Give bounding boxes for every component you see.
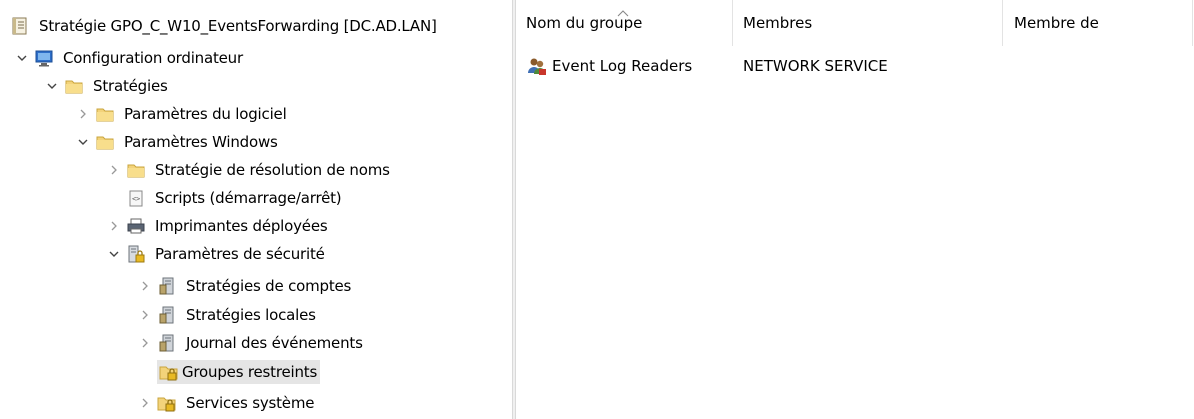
tree-item-label: Stratégies locales xyxy=(186,306,316,324)
tree-item-label: Paramètres de sécurité xyxy=(155,245,325,263)
tree-item-resolution-noms[interactable]: Stratégie de résolution de noms xyxy=(106,156,393,184)
group-name: Event Log Readers xyxy=(552,57,693,75)
svg-text:<>: <> xyxy=(132,195,140,203)
script-icon: <> xyxy=(126,188,146,208)
cell-group-name: Event Log Readers xyxy=(517,55,733,77)
chevron-down-icon[interactable] xyxy=(106,246,122,262)
tree-item-configuration-ordinateur[interactable]: Configuration ordinateur xyxy=(14,44,246,72)
tree-item-parametres-windows[interactable]: Paramètres Windows xyxy=(75,128,281,156)
tree-item-parametres-securite[interactable]: Paramètres de sécurité xyxy=(106,240,328,268)
computer-config-icon xyxy=(34,48,54,68)
policy-document-icon xyxy=(10,16,30,36)
tree-item-label: Journal des événements xyxy=(186,334,363,352)
column-header-label: Membre de xyxy=(1014,14,1099,32)
sort-ascending-icon xyxy=(617,3,629,21)
tree-item-strategies-locales[interactable]: Stratégies locales xyxy=(137,301,319,329)
tree-item-label: Configuration ordinateur xyxy=(63,49,243,67)
tree-item-strategies-comptes[interactable]: Stratégies de comptes xyxy=(137,272,354,300)
tree-item-groupes-restreints[interactable]: Groupes restreints xyxy=(157,358,321,386)
tree-item-journal-evenements[interactable]: Journal des événements xyxy=(137,329,366,357)
security-settings-icon xyxy=(126,244,146,264)
locked-folder-icon xyxy=(157,393,177,413)
tree-item-imprimantes[interactable]: Imprimantes déployées xyxy=(106,212,330,240)
server-policy-icon xyxy=(157,333,177,353)
tree-pane: Stratégie GPO_C_W10_EventsForwarding [DC… xyxy=(0,0,512,419)
tree-item-label: Scripts (démarrage/arrêt) xyxy=(155,189,342,207)
chevron-right-icon[interactable] xyxy=(137,335,153,351)
tree-item-label: Stratégies de comptes xyxy=(186,277,352,295)
tree-item-label: Stratégies xyxy=(93,77,168,95)
chevron-right-icon[interactable] xyxy=(75,106,91,122)
tree-item-label: Groupes restreints xyxy=(179,360,321,384)
tree-item-scripts[interactable]: <> Scripts (démarrage/arrêt) xyxy=(122,184,344,212)
tree-item-strategies[interactable]: Stratégies xyxy=(44,72,171,100)
chevron-right-icon[interactable] xyxy=(106,162,122,178)
column-header-membres[interactable]: Membres xyxy=(733,0,1003,46)
server-policy-icon xyxy=(157,276,177,296)
column-header-label: Membres xyxy=(743,14,813,32)
tree-item-services-systeme[interactable]: Services système xyxy=(137,389,317,417)
list-pane: Nom du groupe Membres Membre de Event Lo… xyxy=(517,0,1194,419)
folder-icon xyxy=(95,104,115,124)
tree-item-label: Stratégie de résolution de noms xyxy=(155,161,390,179)
chevron-down-icon[interactable] xyxy=(75,134,91,150)
tree-item-label: Paramètres du logiciel xyxy=(124,105,287,123)
pane-splitter[interactable] xyxy=(512,0,516,419)
list-row[interactable]: Event Log Readers NETWORK SERVICE xyxy=(517,52,888,80)
tree-item-label: Imprimantes déployées xyxy=(155,217,328,235)
folder-icon xyxy=(95,132,115,152)
cell-members: NETWORK SERVICE xyxy=(743,57,888,75)
printer-icon xyxy=(126,216,146,236)
column-header-nom-du-groupe[interactable]: Nom du groupe xyxy=(517,0,733,46)
chevron-down-icon[interactable] xyxy=(44,78,60,94)
group-icon xyxy=(526,55,548,77)
tree-item-label: Services système xyxy=(186,394,315,412)
folder-icon xyxy=(64,76,84,96)
tree-item-label: Paramètres Windows xyxy=(124,133,278,151)
server-policy-icon xyxy=(157,305,177,325)
tree-item-parametres-logiciel[interactable]: Paramètres du logiciel xyxy=(75,100,290,128)
locked-folder-icon xyxy=(157,360,179,384)
folder-icon xyxy=(126,160,146,180)
chevron-down-icon[interactable] xyxy=(14,50,30,66)
chevron-right-icon[interactable] xyxy=(137,278,153,294)
list-header: Nom du groupe Membres Membre de xyxy=(517,0,1194,46)
tree-root-label: Stratégie GPO_C_W10_EventsForwarding [DC… xyxy=(39,17,437,35)
chevron-right-icon[interactable] xyxy=(106,218,122,234)
column-header-membre-de[interactable]: Membre de xyxy=(1003,0,1193,46)
tree-root[interactable]: Stratégie GPO_C_W10_EventsForwarding [DC… xyxy=(10,13,440,39)
chevron-right-icon[interactable] xyxy=(137,307,153,323)
chevron-right-icon[interactable] xyxy=(137,395,153,411)
